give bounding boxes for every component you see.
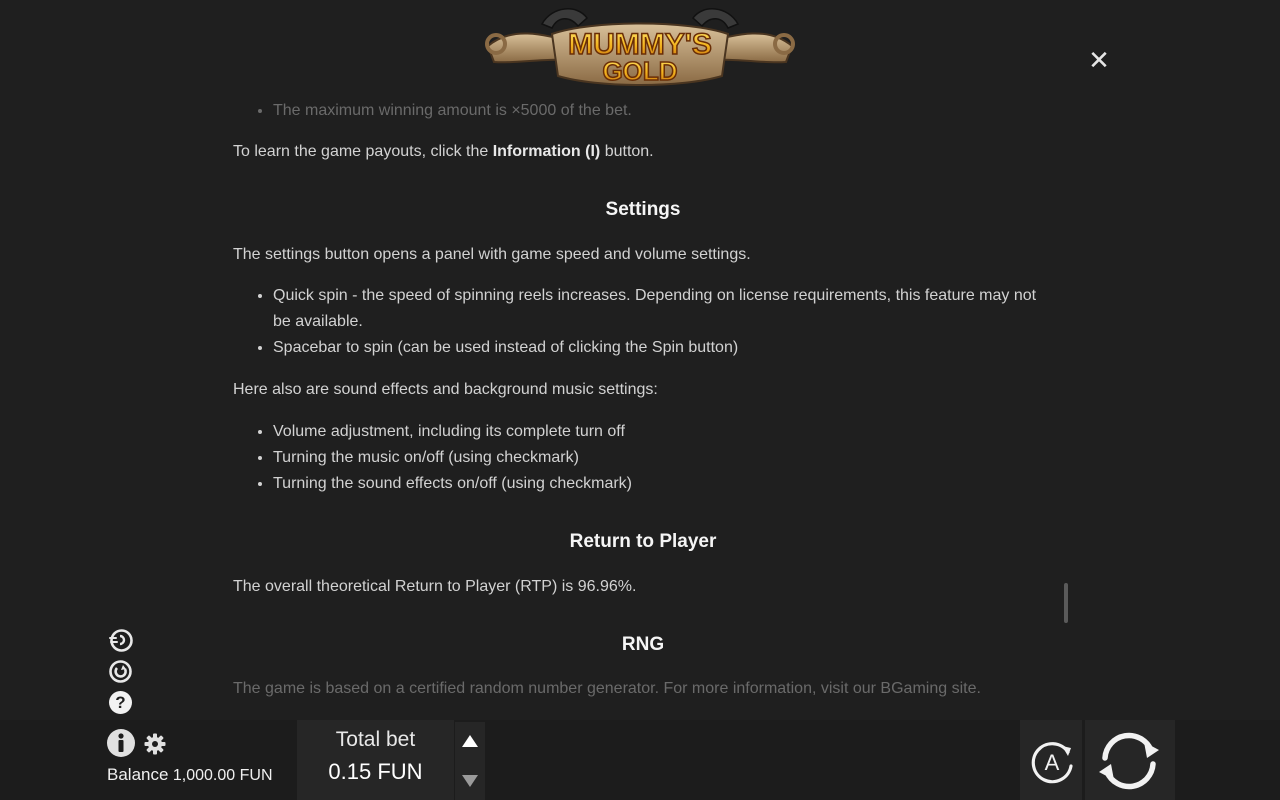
sound-intro: Here also are sound effects and backgrou…	[233, 381, 658, 398]
autoplay-label: A	[1045, 750, 1060, 775]
total-bet-label: Total bet	[335, 728, 416, 751]
rng-text: The game is based on a certified random …	[233, 680, 981, 697]
total-bet-value: 0.15 FUN	[328, 759, 423, 784]
svg-text:?: ?	[115, 693, 125, 712]
list-item: Turning the sound effects on/off (using …	[273, 471, 1053, 497]
max-win-bullet: The maximum winning amount is ×5000 of t…	[273, 98, 1053, 124]
information-button-ref: Information (I)	[492, 143, 601, 160]
payouts-paragraph: To learn the game payouts, click the Inf…	[233, 143, 654, 160]
bet-arrows-panel	[455, 722, 485, 800]
mummys-gold-logo: MUMMY'S GOLD	[482, 4, 798, 88]
list-item: Quick spin - the speed of spinning reels…	[273, 283, 1053, 335]
rtp-text: The overall theoretical Return to Player…	[233, 578, 637, 595]
logo-line2: GOLD	[602, 56, 677, 86]
game-rules-screen: MUMMY'S GOLD ✕ The maximum winning amoun…	[0, 0, 1280, 800]
info-icon[interactable]	[106, 728, 136, 758]
settings-heading: Settings	[605, 199, 681, 220]
scrollbar-thumb[interactable]	[1064, 583, 1068, 623]
list-item: Volume adjustment, including its complet…	[273, 419, 1053, 445]
rtp-heading: Return to Player	[569, 531, 717, 552]
list-item: Turning the music on/off (using checkmar…	[273, 445, 1053, 471]
history-icon[interactable]	[108, 659, 133, 684]
balance-display: Balance 1,000.00 FUN	[107, 765, 273, 785]
help-icon[interactable]: ?	[108, 690, 133, 715]
spin-button[interactable]	[1095, 728, 1163, 794]
autoplay-button[interactable]: A	[1028, 738, 1076, 786]
turbo-spin-icon[interactable]	[108, 628, 133, 653]
gear-icon[interactable]	[144, 733, 166, 755]
settings-intro: The settings button opens a panel with g…	[233, 246, 751, 263]
increase-bet-button[interactable]	[462, 735, 478, 747]
list-item: Spacebar to spin (can be used instead of…	[273, 335, 1053, 361]
rng-heading: RNG	[621, 634, 665, 655]
balance-value: 1,000.00 FUN	[172, 767, 273, 784]
rules-content: The maximum winning amount is ×5000 of t…	[233, 96, 1053, 706]
close-button[interactable]: ✕	[1088, 47, 1110, 73]
decrease-bet-button[interactable]	[462, 775, 478, 787]
balance-label: Balance	[107, 765, 169, 784]
settings-list: Quick spin - the speed of spinning reels…	[233, 283, 1053, 361]
sound-list: Volume adjustment, including its complet…	[233, 419, 1053, 497]
